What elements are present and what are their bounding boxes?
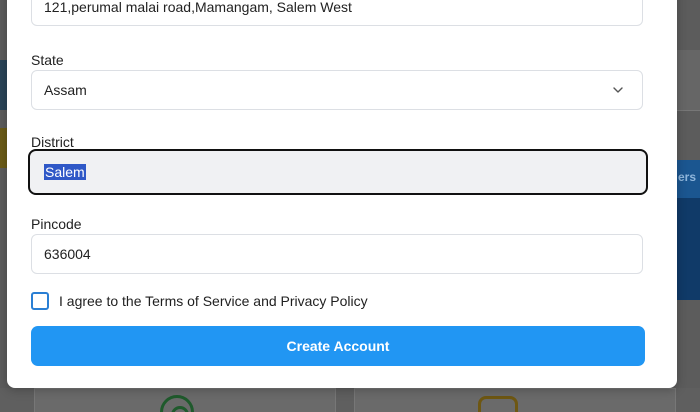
chevron-down-icon <box>613 87 623 93</box>
background-panel-right <box>676 50 700 111</box>
pincode-value: 636004 <box>44 246 91 262</box>
district-input[interactable]: Salem <box>28 149 648 195</box>
create-account-button[interactable]: Create Account <box>31 326 645 366</box>
background-tab-text: ers <box>678 170 697 184</box>
pincode-label: Pincode <box>31 216 82 232</box>
shield-icon <box>478 396 518 412</box>
terms-agreement-row: I agree to the Terms of Service and Priv… <box>31 292 368 310</box>
terms-label[interactable]: I agree to the Terms of Service and Priv… <box>59 293 368 309</box>
signup-modal: 121,perumal malai road,Mamangam, Salem W… <box>7 0 677 388</box>
district-value: Salem <box>44 164 86 180</box>
state-select[interactable]: Assam <box>31 70 643 110</box>
pincode-input[interactable]: 636004 <box>31 234 643 274</box>
terms-checkbox[interactable] <box>31 292 49 310</box>
district-label: District <box>31 134 74 150</box>
address-value: 121,perumal malai road,Mamangam, Salem W… <box>44 0 352 15</box>
address-field[interactable]: 121,perumal malai road,Mamangam, Salem W… <box>31 0 643 26</box>
state-selected-value: Assam <box>44 82 87 98</box>
state-label: State <box>31 52 64 68</box>
